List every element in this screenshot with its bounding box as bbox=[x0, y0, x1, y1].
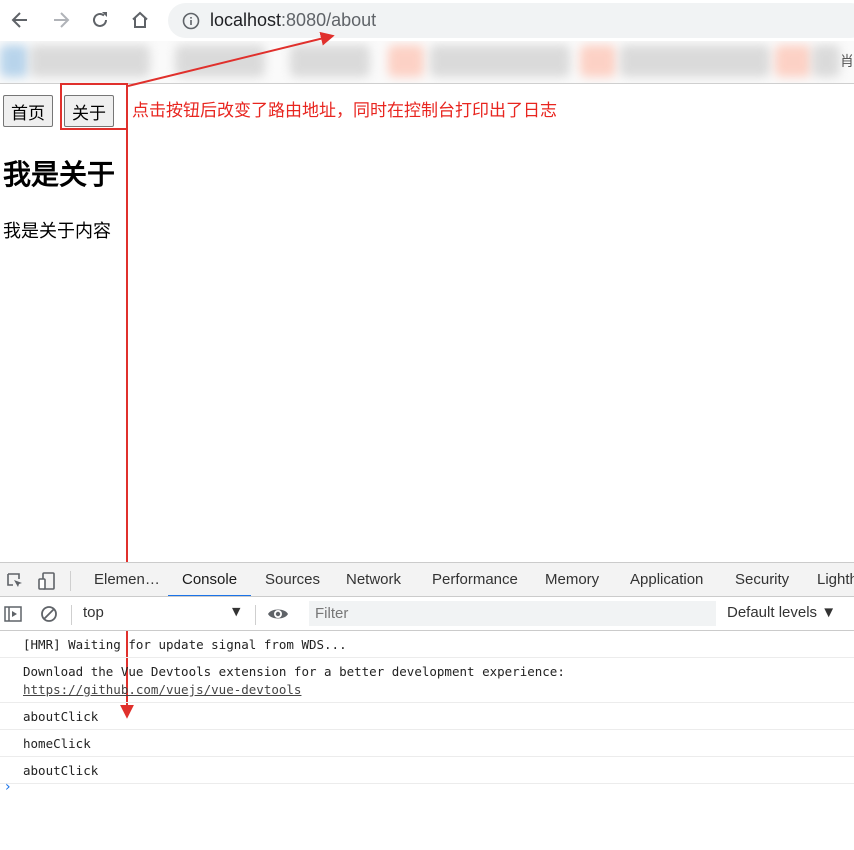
tab-application[interactable]: Application bbox=[630, 563, 703, 596]
reload-button[interactable] bbox=[86, 6, 114, 34]
page-content: 我是关于内容 bbox=[3, 221, 111, 242]
console-message-link[interactable]: https://github.com/vuejs/vue-devtools bbox=[23, 682, 301, 697]
device-toolbar-icon[interactable] bbox=[37, 571, 57, 591]
bookmarks-bar: 肖 bbox=[0, 41, 854, 83]
url-path: :8080/about bbox=[281, 10, 377, 30]
tab-elements[interactable]: Elemen… bbox=[94, 563, 160, 596]
forward-arrow-icon bbox=[54, 12, 70, 28]
tab-sources[interactable]: Sources bbox=[265, 563, 320, 596]
log-levels-dropdown[interactable]: Default levels ▼ bbox=[727, 604, 836, 621]
tab-network[interactable]: Network bbox=[346, 563, 401, 596]
bookmark-item[interactable] bbox=[388, 45, 424, 77]
home-nav-button[interactable]: 首页 bbox=[3, 95, 53, 127]
bookmark-item[interactable] bbox=[30, 45, 150, 77]
dropdown-arrow-icon: ▼ bbox=[232, 605, 241, 618]
tab-lighthouse[interactable]: Lighth bbox=[817, 563, 854, 596]
reload-icon bbox=[93, 12, 107, 27]
info-icon[interactable] bbox=[182, 12, 200, 30]
bookmark-item[interactable] bbox=[775, 45, 811, 77]
bookmark-item[interactable] bbox=[812, 45, 840, 77]
tab-memory[interactable]: Memory bbox=[545, 563, 599, 596]
forward-button[interactable] bbox=[47, 6, 75, 34]
console-message: [HMR] Waiting for update signal from WDS… bbox=[0, 631, 854, 658]
bookmark-truncated-label[interactable]: 肖 bbox=[840, 51, 854, 71]
show-sidebar-icon[interactable] bbox=[3, 604, 23, 624]
bookmark-item[interactable] bbox=[175, 45, 265, 77]
page-heading: 我是关于 bbox=[3, 158, 116, 191]
bookmark-item[interactable] bbox=[0, 45, 28, 77]
console-message-text: homeClick bbox=[23, 736, 91, 751]
console-messages: [HMR] Waiting for update signal from WDS… bbox=[0, 631, 854, 784]
clear-console-icon[interactable] bbox=[39, 604, 59, 624]
tab-console[interactable]: Console bbox=[182, 563, 237, 596]
console-message: aboutClick bbox=[0, 757, 854, 784]
bookmark-item[interactable] bbox=[430, 45, 570, 77]
bookmark-item[interactable] bbox=[620, 45, 770, 77]
tab-security[interactable]: Security bbox=[735, 563, 789, 596]
console-message: Download the Vue Devtools extension for … bbox=[0, 658, 854, 703]
url-text[interactable]: localhost:8080/about bbox=[210, 10, 376, 31]
browser-toolbar: localhost:8080/about bbox=[0, 0, 854, 41]
console-message-text: aboutClick bbox=[23, 709, 99, 724]
console-message: homeClick bbox=[0, 730, 854, 757]
home-button[interactable] bbox=[126, 6, 154, 34]
devtools-tab-bar: Elemen… Console Sources Network Performa… bbox=[0, 562, 854, 597]
toolbar-divider bbox=[255, 605, 256, 625]
console-message-text: [HMR] Waiting for update signal from WDS… bbox=[23, 637, 347, 652]
toolbar-divider bbox=[70, 571, 71, 591]
console-toolbar: top ▼ Default levels ▼ bbox=[0, 597, 854, 631]
console-prompt-icon[interactable]: › bbox=[5, 779, 11, 795]
console-message: aboutClick bbox=[0, 703, 854, 730]
back-arrow-icon bbox=[11, 12, 27, 28]
console-filter-input[interactable] bbox=[309, 601, 716, 626]
console-message-text: Download the Vue Devtools extension for … bbox=[23, 664, 565, 679]
toolbar-divider bbox=[71, 605, 72, 625]
annotation-highlight-box bbox=[60, 83, 128, 130]
back-button[interactable] bbox=[6, 6, 34, 34]
url-host: localhost bbox=[210, 10, 282, 30]
inspect-element-icon[interactable] bbox=[5, 571, 25, 591]
bookmark-item[interactable] bbox=[290, 45, 370, 77]
tab-performance[interactable]: Performance bbox=[432, 563, 518, 596]
home-icon bbox=[132, 11, 148, 28]
bookmark-item[interactable] bbox=[580, 45, 616, 77]
annotation-text: 点击按钮后改变了路由地址，同时在控制台打印出了日志 bbox=[132, 101, 557, 121]
live-expression-eye-icon[interactable] bbox=[267, 605, 289, 623]
chrome-divider bbox=[0, 83, 854, 84]
address-bar[interactable]: localhost:8080/about bbox=[168, 3, 854, 38]
context-label: top bbox=[83, 604, 104, 621]
console-message-text: aboutClick bbox=[23, 763, 99, 778]
